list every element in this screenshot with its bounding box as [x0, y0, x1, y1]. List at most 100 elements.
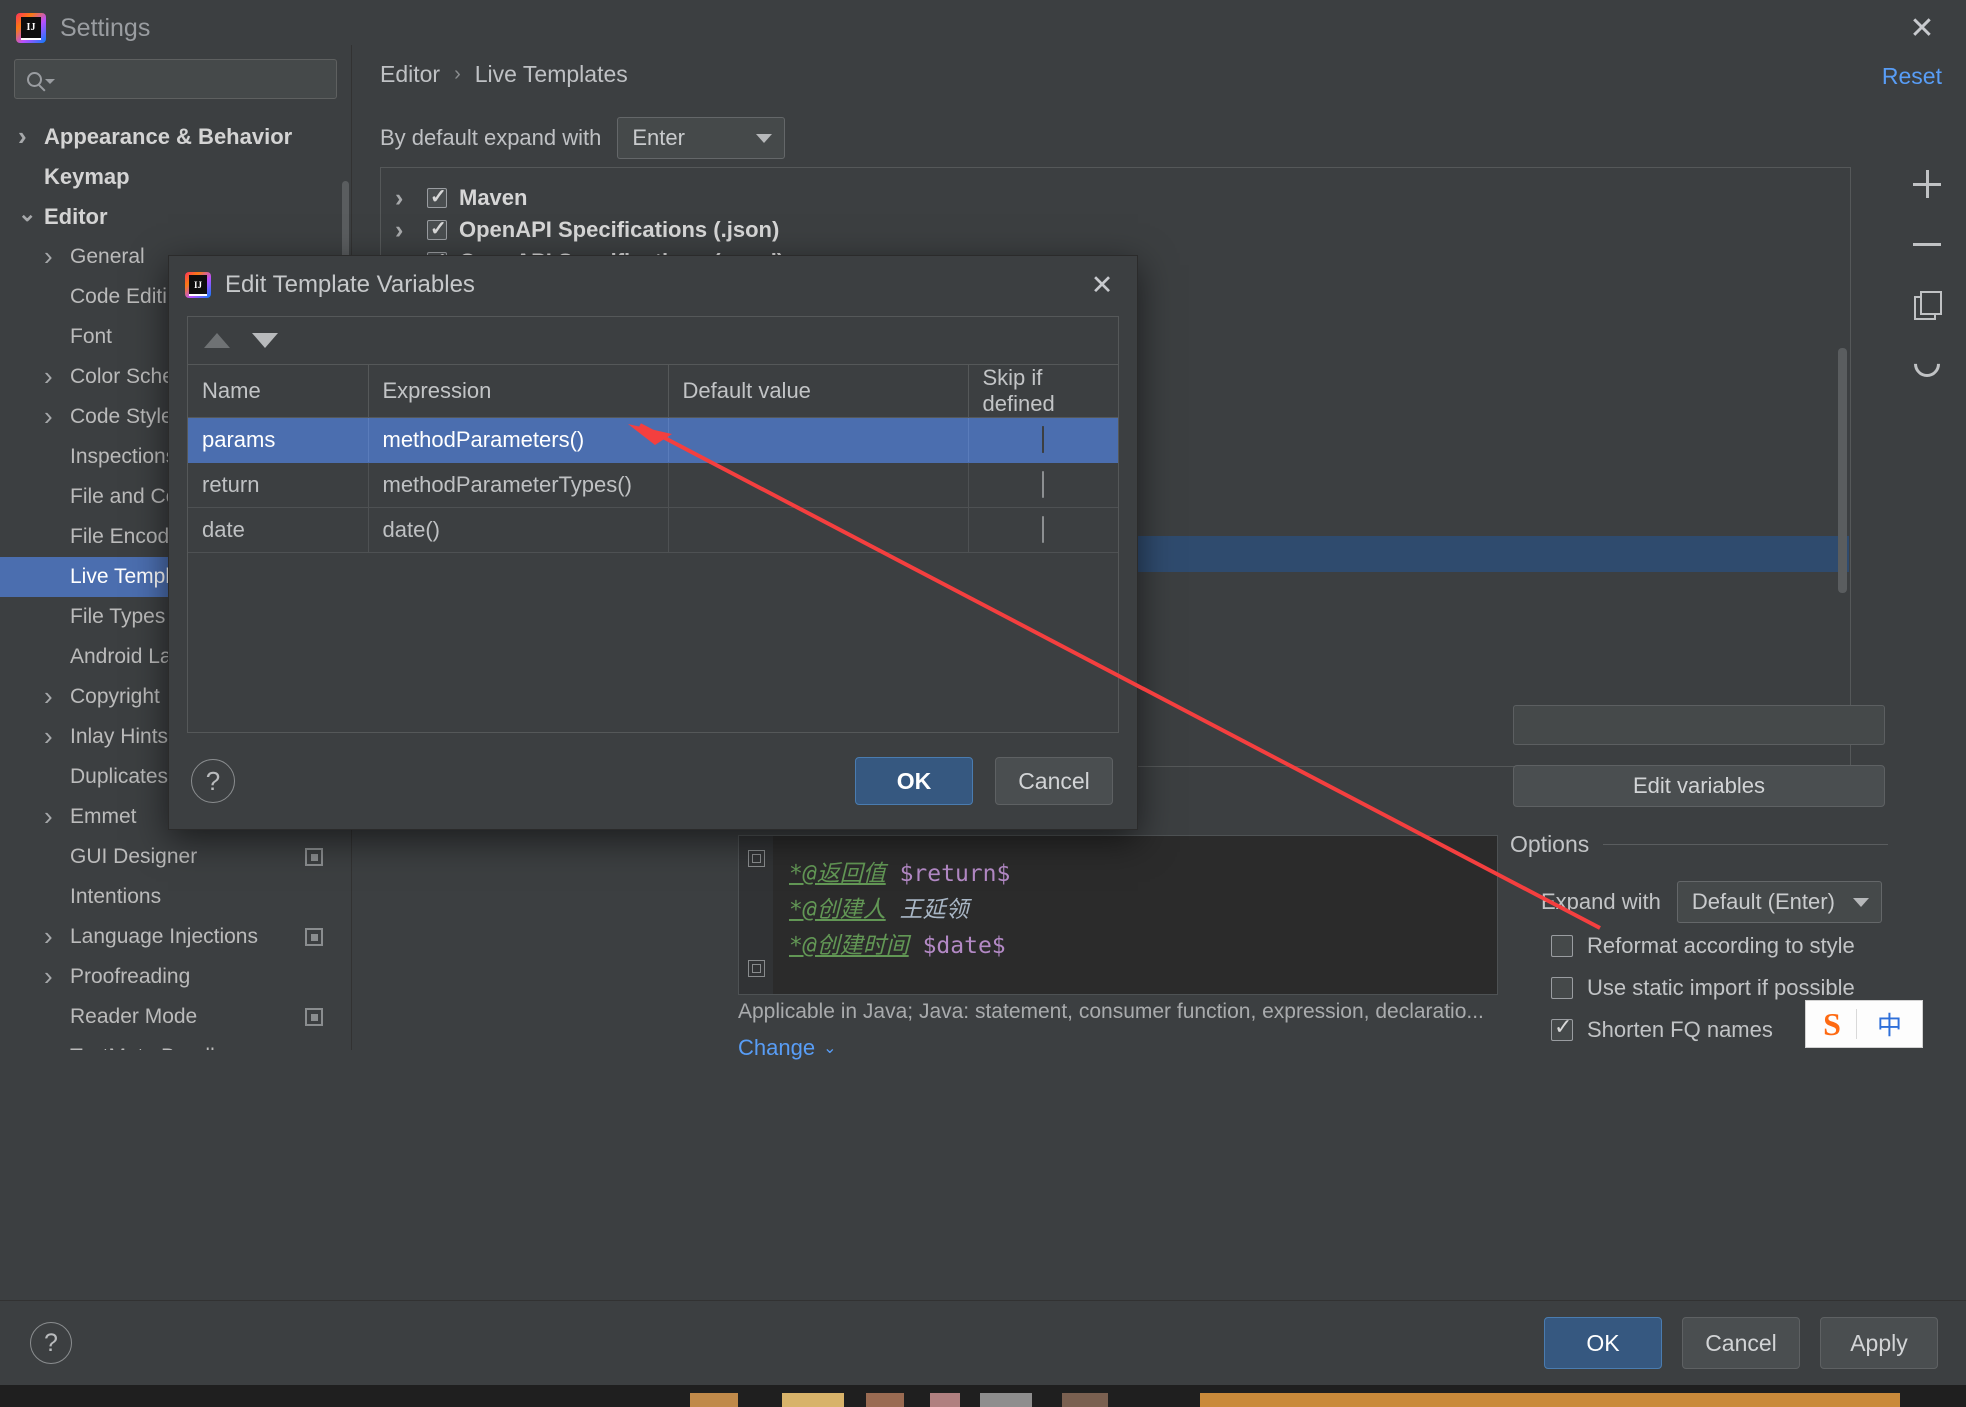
cell-default-value[interactable]: [668, 417, 969, 463]
code-tag: *@返回值: [789, 861, 886, 887]
plugin-badge-icon: [305, 1008, 323, 1026]
table-row[interactable]: params methodParameters(): [188, 417, 1118, 463]
chevron-right-icon[interactable]: ›: [395, 216, 415, 245]
sidebar-item-intentions[interactable]: Intentions: [0, 877, 351, 917]
revert-template-button[interactable]: [1908, 345, 1946, 383]
close-icon[interactable]: ✕: [1081, 264, 1123, 306]
cancel-button[interactable]: Cancel: [1682, 1317, 1800, 1369]
add-template-button[interactable]: [1910, 167, 1944, 201]
checkbox-label: Reformat according to style: [1587, 933, 1855, 958]
chevron-right-icon[interactable]: [44, 405, 70, 428]
reset-link[interactable]: Reset: [1882, 63, 1942, 90]
code-tag: *@创建时间: [789, 933, 909, 959]
edit-variables-button[interactable]: Edit variables: [1513, 765, 1885, 807]
sidebar-item-label: Editor: [44, 204, 108, 229]
help-button[interactable]: ?: [30, 1322, 72, 1364]
sidebar-item-gui-designer[interactable]: GUI Designer: [0, 837, 351, 877]
edit-template-variables-dialog: Edit Template Variables ✕ Name Expressio…: [168, 255, 1138, 830]
chevron-down-icon[interactable]: [18, 212, 44, 223]
os-taskbar-strip: [0, 1385, 1966, 1407]
dialog-cancel-button[interactable]: Cancel: [995, 757, 1113, 805]
cell-name[interactable]: return: [188, 462, 369, 508]
cell-name[interactable]: date: [188, 507, 369, 553]
cell-default-value[interactable]: [668, 507, 969, 553]
cell-skip-if-defined[interactable]: [968, 417, 1118, 463]
sidebar-item-language-injections[interactable]: Language Injections: [0, 917, 351, 957]
template-group-row[interactable]: › Maven: [381, 182, 1850, 214]
sidebar-item-keymap[interactable]: Keymap: [0, 157, 351, 197]
sidebar-item-label: Inlay Hints: [70, 725, 169, 748]
chevron-right-icon[interactable]: [44, 245, 70, 268]
template-list-scrollbar[interactable]: [1838, 348, 1847, 593]
template-group-row[interactable]: › OpenAPI Specifications (.json): [381, 214, 1850, 246]
skip-if-defined-checkbox[interactable]: [1042, 516, 1045, 543]
chevron-right-icon[interactable]: [44, 365, 70, 388]
skip-if-defined-checkbox[interactable]: [1042, 471, 1045, 498]
sidebar-item-label: Language Injections: [70, 925, 258, 948]
chevron-right-icon[interactable]: [44, 965, 70, 988]
cell-default-value[interactable]: [668, 462, 969, 508]
template-group-checkbox[interactable]: [427, 184, 447, 209]
apply-button[interactable]: Apply: [1820, 1317, 1938, 1369]
dialog-content: Name Expression Default value Skip if de…: [187, 316, 1119, 733]
taskbar-chip: [690, 1393, 738, 1407]
column-header-default-value[interactable]: Default value: [668, 365, 969, 418]
chevron-down-icon: [1852, 897, 1869, 907]
cell-expression[interactable]: methodParameters(): [368, 417, 669, 463]
fold-icon[interactable]: [748, 960, 765, 977]
sidebar-item-reader-mode[interactable]: Reader Mode: [0, 997, 351, 1037]
sidebar-item-textmate-bundles[interactable]: TextMate Bundles: [0, 1037, 351, 1050]
template-group-checkbox[interactable]: [427, 216, 447, 241]
chevron-right-icon[interactable]: [18, 125, 44, 148]
chevron-right-icon[interactable]: [44, 925, 70, 948]
column-header-skip-if-defined[interactable]: Skip if defined: [968, 365, 1118, 418]
template-text-editor[interactable]: *@返回值 $return$ *@创建人 王延领 *@创建时间 $date$: [738, 835, 1498, 995]
table-row[interactable]: date date(): [188, 507, 1118, 553]
chevron-down-icon: ⌄: [823, 1040, 837, 1057]
sidebar-item-label: Code Style: [70, 405, 173, 428]
column-header-expression[interactable]: Expression: [368, 365, 669, 418]
cell-expression[interactable]: date(): [368, 507, 669, 553]
duplicate-template-button[interactable]: [1910, 287, 1944, 321]
taskbar-chip: [866, 1393, 904, 1407]
chevron-right-icon[interactable]: [44, 805, 70, 828]
checkbox-shorten-fq-names[interactable]: Shorten FQ names: [1551, 1014, 1773, 1043]
cell-name[interactable]: params: [188, 417, 369, 463]
variables-sort-toolbar: [188, 317, 1118, 365]
chevron-right-icon[interactable]: [44, 685, 70, 708]
breadcrumb-current: Live Templates: [474, 61, 628, 87]
dialog-title: Edit Template Variables: [225, 271, 475, 298]
fold-icon[interactable]: [748, 850, 765, 867]
checkbox-use-static-import[interactable]: Use static import if possible: [1551, 975, 1855, 1001]
breadcrumb-parent[interactable]: Editor: [380, 61, 440, 88]
sidebar-item-label: Copyright: [70, 685, 160, 708]
change-context-link[interactable]: Change ⌄: [738, 1035, 836, 1061]
default-expand-value: Enter: [632, 125, 685, 150]
move-down-icon[interactable]: [252, 333, 278, 348]
cell-skip-if-defined[interactable]: [968, 507, 1118, 553]
search-field[interactable]: [14, 59, 337, 99]
close-icon[interactable]: ✕: [1900, 6, 1944, 50]
sidebar-item-appearance-behavior[interactable]: Appearance & Behavior: [0, 117, 351, 157]
ok-button[interactable]: OK: [1544, 1317, 1662, 1369]
chevron-down-icon: [756, 133, 773, 143]
checkbox-reformat-according-to-style[interactable]: Reformat according to style: [1551, 933, 1855, 959]
dialog-ok-button[interactable]: OK: [855, 757, 973, 805]
default-expand-combobox[interactable]: Enter: [617, 117, 786, 159]
ime-language-widget[interactable]: S 中: [1805, 1000, 1923, 1048]
column-header-name[interactable]: Name: [188, 365, 369, 418]
sidebar-item-editor[interactable]: Editor: [0, 197, 351, 237]
move-up-icon[interactable]: [204, 333, 230, 348]
remove-template-button[interactable]: [1910, 227, 1944, 261]
chevron-right-icon[interactable]: [44, 725, 70, 748]
expand-with-combobox[interactable]: Default (Enter): [1676, 881, 1882, 923]
ime-mode-label[interactable]: 中: [1857, 1006, 1922, 1042]
cell-skip-if-defined[interactable]: [968, 462, 1118, 508]
skip-if-defined-checkbox[interactable]: [1042, 426, 1045, 453]
dialog-help-button[interactable]: ?: [191, 759, 235, 803]
sidebar-item-proofreading[interactable]: Proofreading: [0, 957, 351, 997]
cell-expression[interactable]: methodParameterTypes(): [368, 462, 669, 508]
chevron-right-icon[interactable]: ›: [395, 184, 415, 213]
template-description-field[interactable]: [1513, 705, 1885, 745]
table-row[interactable]: return methodParameterTypes(): [188, 462, 1118, 508]
